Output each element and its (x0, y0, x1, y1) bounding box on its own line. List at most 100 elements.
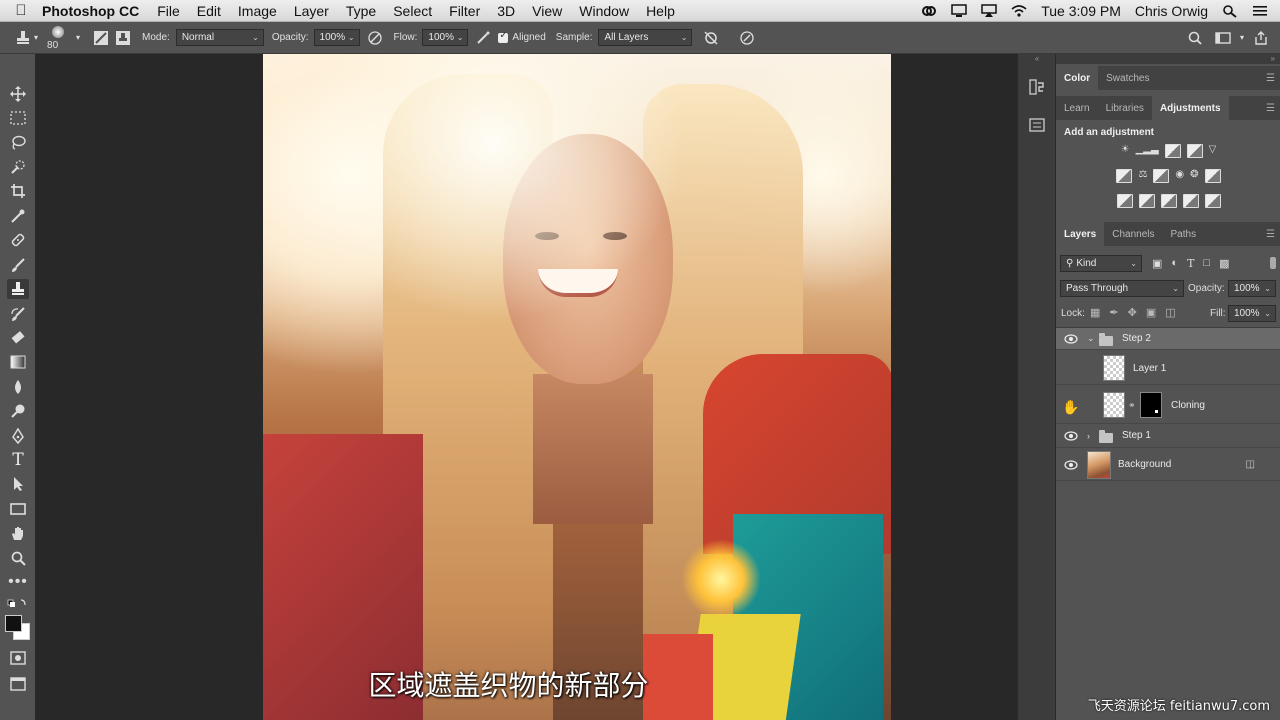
chevron-down-icon[interactable]: ▾ (76, 33, 80, 42)
hand-tool-icon[interactable] (7, 523, 29, 543)
filter-shape-icon[interactable]: □ (1203, 257, 1210, 270)
lock-transparent-icon[interactable]: ▦ (1090, 306, 1100, 319)
clone-stamp-tool-preset-icon[interactable] (12, 28, 34, 48)
menu-layer[interactable]: Layer (294, 3, 329, 19)
menubar-clock[interactable]: Tue 3:09 PM (1041, 3, 1121, 19)
blur-tool-icon[interactable] (7, 377, 29, 397)
panel-menu-icon[interactable]: ☰ (1266, 103, 1275, 114)
menu-filter[interactable]: Filter (449, 3, 480, 19)
airbrush-icon[interactable] (472, 28, 494, 48)
properties-panel-icon[interactable] (1024, 112, 1050, 138)
photo-filter-icon[interactable]: ◉ (1175, 169, 1184, 183)
curves-icon[interactable] (1164, 144, 1181, 158)
type-tool-icon[interactable]: T (7, 450, 29, 470)
collapse-panels-icon[interactable]: » (1056, 54, 1280, 64)
filter-toggle-switch[interactable] (1270, 257, 1276, 269)
eraser-tool-icon[interactable] (7, 328, 29, 348)
brightness-contrast-icon[interactable]: ☀ (1121, 144, 1130, 158)
black-white-icon[interactable] (1153, 169, 1170, 183)
filter-pixel-icon[interactable]: ▣ (1152, 257, 1162, 270)
chevron-right-icon[interactable]: › (1087, 431, 1090, 441)
tab-libraries[interactable]: Libraries (1098, 96, 1152, 120)
layer-filter-select[interactable]: ⚲ Kind ⌄ (1060, 255, 1142, 272)
fill-field[interactable]: 100% ⌄ (1228, 305, 1276, 322)
eyedropper-tool-icon[interactable] (7, 206, 29, 226)
gradient-tool-icon[interactable] (7, 352, 29, 372)
posterize-icon[interactable] (1138, 194, 1155, 208)
rectangle-tool-icon[interactable] (7, 499, 29, 519)
lock-position-icon[interactable]: ✥ (1128, 306, 1137, 319)
chevron-down-icon[interactable]: ▾ (1240, 33, 1244, 42)
chevron-down-icon[interactable]: ⌄ (1087, 333, 1095, 344)
color-lookup-icon[interactable] (1204, 169, 1221, 183)
move-tool-icon[interactable] (7, 84, 29, 104)
sample-select[interactable]: All Layers ⌄ (598, 29, 693, 46)
invert-icon[interactable] (1116, 194, 1133, 208)
airplay-icon[interactable] (981, 3, 997, 18)
creative-cloud-icon[interactable] (921, 4, 937, 18)
history-brush-tool-icon[interactable] (7, 304, 29, 324)
quick-selection-tool-icon[interactable] (7, 157, 29, 177)
layer-row-background[interactable]: Background ◫ (1056, 449, 1280, 481)
path-selection-tool-icon[interactable] (7, 474, 29, 494)
levels-icon[interactable]: ▁▂▃ (1136, 144, 1159, 158)
selective-color-icon[interactable] (1182, 194, 1199, 208)
blend-mode-select[interactable]: Pass Through ⌄ (1060, 280, 1184, 297)
layer-mask-thumbnail[interactable] (1140, 392, 1162, 418)
marquee-tool-icon[interactable] (7, 108, 29, 128)
tab-learn[interactable]: Learn (1056, 96, 1098, 120)
link-icon[interactable]: ⚭ (1128, 400, 1136, 411)
menu-help[interactable]: Help (646, 3, 675, 19)
menu-type[interactable]: Type (346, 3, 376, 19)
app-name-menu[interactable]: Photoshop CC (42, 3, 139, 19)
wifi-icon[interactable] (1011, 4, 1027, 18)
eye-icon[interactable] (1064, 333, 1078, 344)
filter-type-icon[interactable]: T (1187, 257, 1194, 270)
search-icon[interactable] (1184, 28, 1206, 48)
apple-icon[interactable]:  (0, 2, 42, 19)
color-balance-icon[interactable]: ⚖ (1138, 169, 1147, 183)
layer-row-step-2[interactable]: ⌄ Step 2 (1056, 328, 1280, 350)
panel-menu-icon[interactable]: ☰ (1266, 229, 1275, 240)
pressure-opacity-icon[interactable] (364, 28, 386, 48)
crop-tool-icon[interactable] (7, 181, 29, 201)
healing-brush-tool-icon[interactable] (7, 230, 29, 250)
hue-saturation-icon[interactable] (1116, 169, 1133, 183)
channel-mixer-icon[interactable]: ❂ (1190, 169, 1198, 183)
opacity-field[interactable]: 100% ⌄ (313, 29, 360, 46)
layer-row-layer-1[interactable]: Layer 1 (1056, 353, 1280, 385)
workspace-icon[interactable] (1212, 28, 1234, 48)
gradient-map-icon[interactable] (1204, 194, 1221, 208)
tab-paths[interactable]: Paths (1163, 222, 1205, 246)
tab-adjustments[interactable]: Adjustments (1151, 96, 1229, 120)
menu-window[interactable]: Window (579, 3, 629, 19)
brush-tool-icon[interactable] (7, 255, 29, 275)
threshold-icon[interactable] (1160, 194, 1177, 208)
layer-opacity-field[interactable]: 100% ⌄ (1228, 280, 1276, 297)
flow-field[interactable]: 100% ⌄ (422, 29, 469, 46)
tab-swatches[interactable]: Swatches (1098, 66, 1157, 90)
exposure-icon[interactable] (1186, 144, 1203, 158)
foreground-color-swatch[interactable] (5, 615, 22, 632)
filter-smart-object-icon[interactable]: ▩ (1219, 257, 1229, 270)
lock-pixels-icon[interactable]: ✒ (1109, 306, 1118, 319)
ignore-adjustment-layers-icon[interactable] (700, 28, 722, 48)
tab-channels[interactable]: Channels (1104, 222, 1162, 246)
document-photo[interactable] (263, 54, 891, 720)
menu-edit[interactable]: Edit (197, 3, 221, 19)
pen-tool-icon[interactable] (7, 426, 29, 446)
filter-adjustment-icon[interactable]: ◐ (1171, 257, 1178, 270)
lasso-tool-icon[interactable] (7, 132, 29, 152)
share-icon[interactable] (1250, 28, 1272, 48)
lock-artboard-icon[interactable]: ▣ (1146, 306, 1156, 319)
lock-all-icon[interactable]: ◫ (1165, 306, 1175, 319)
layer-row-step-1[interactable]: › Step 1 (1056, 424, 1280, 448)
mode-select[interactable]: Normal ⌄ (175, 29, 264, 46)
clone-source-icon[interactable] (112, 28, 134, 48)
layer-row-cloning[interactable]: ✋ ⚭ Cloning (1056, 388, 1280, 424)
spotlight-search-icon[interactable] (1222, 4, 1238, 18)
panel-menu-icon[interactable]: ☰ (1266, 73, 1275, 84)
eye-icon[interactable] (1064, 430, 1078, 441)
clone-stamp-tool-icon[interactable] (7, 279, 29, 299)
menu-select[interactable]: Select (393, 3, 432, 19)
